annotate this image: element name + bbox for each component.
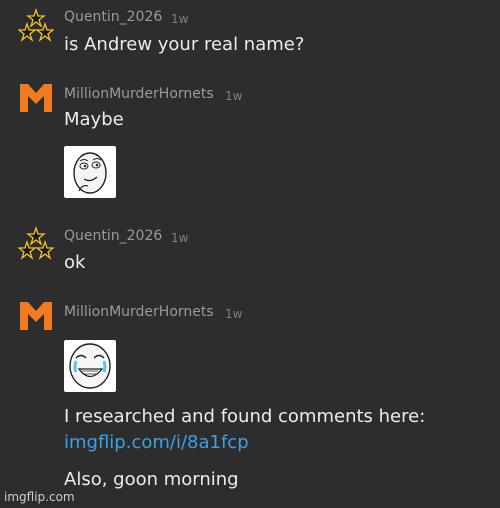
meme-image-thumbnail[interactable] [64, 340, 116, 392]
username-link[interactable]: MillionMurderHornets [64, 86, 214, 102]
stars-avatar-icon[interactable] [18, 226, 54, 262]
timestamp: 1w [171, 12, 189, 26]
thinking-face-meme-icon [73, 152, 107, 194]
timestamp: 1w [171, 231, 189, 245]
username-link[interactable]: Quentin_2026 [64, 228, 162, 244]
imgflip-watermark: imgflip.com [4, 490, 75, 504]
comment-text: I researched and found comments here: [64, 406, 426, 427]
meme-image-thumbnail[interactable] [64, 146, 116, 198]
timestamp: 1w [225, 89, 243, 103]
hornet-logo-avatar-icon[interactable] [18, 298, 54, 334]
comment-text: is Andrew your real name? [64, 34, 305, 55]
comment-text: Also, goon morning [64, 469, 239, 490]
hornet-logo-avatar-icon[interactable] [18, 80, 54, 116]
timestamp: 1w [225, 307, 243, 321]
comment-text: Maybe [64, 109, 124, 130]
username-link[interactable]: MillionMurderHornets [64, 304, 214, 320]
tears-of-joy-meme-icon [69, 343, 111, 389]
stars-avatar-icon[interactable] [18, 8, 54, 44]
imgflip-link[interactable]: imgflip.com/i/8a1fcp [64, 432, 249, 453]
comment-text: ok [64, 252, 86, 273]
username-link[interactable]: Quentin_2026 [64, 9, 162, 25]
